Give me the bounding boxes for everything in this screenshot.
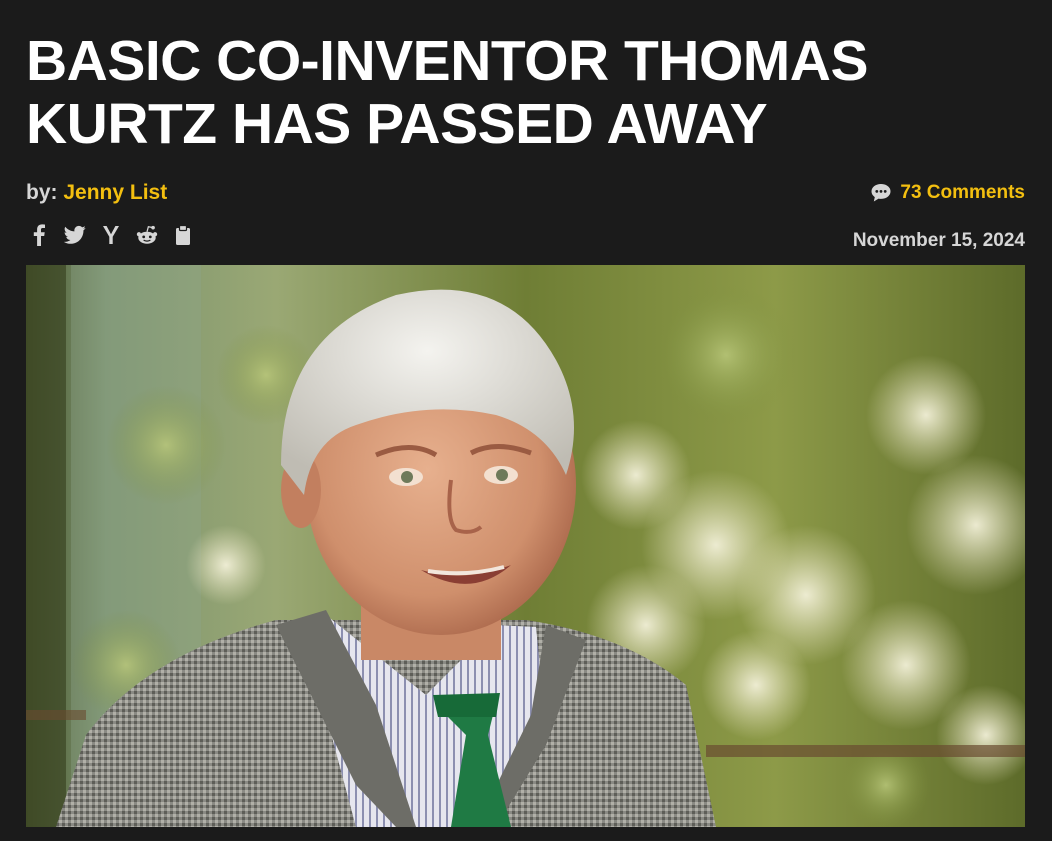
facebook-icon[interactable] <box>28 222 50 248</box>
share-bar <box>28 222 194 248</box>
article-title: BASIC CO-INVENTOR THOMAS KURTZ HAS PASSE… <box>26 29 868 156</box>
twitter-icon[interactable] <box>64 222 86 248</box>
clipboard-icon[interactable] <box>172 222 194 248</box>
author-link[interactable]: Jenny List <box>63 181 167 204</box>
publish-date: November 15, 2024 <box>852 230 1025 251</box>
article-header: BASIC CO-INVENTOR THOMAS KURTZ HAS PASSE… <box>0 0 1052 841</box>
comments-link[interactable]: 73 Comments <box>870 182 1025 204</box>
hero-photo <box>26 265 1025 827</box>
byline-prefix: by: <box>26 181 64 204</box>
reddit-icon[interactable] <box>136 222 158 248</box>
comments-count: 73 Comments <box>900 182 1025 203</box>
hacker-news-icon[interactable] <box>100 222 122 248</box>
comment-bubble-icon <box>870 183 892 203</box>
byline: by: Jenny List <box>26 181 167 205</box>
